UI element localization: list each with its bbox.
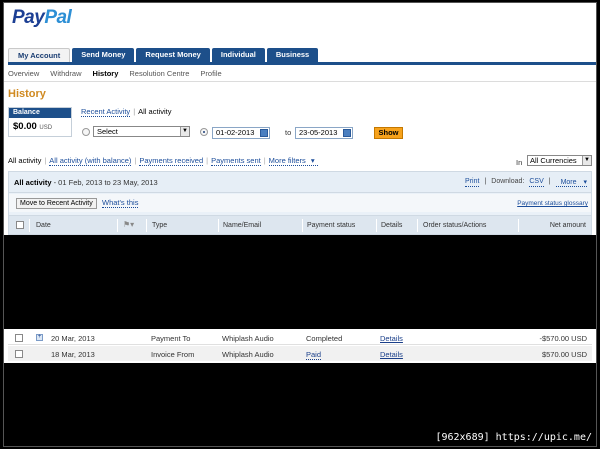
tab-request-money[interactable]: Request Money xyxy=(136,48,210,62)
row-type: Payment To xyxy=(151,334,191,343)
paypal-page-top: PayPal My Account Send Money Request Mon… xyxy=(4,3,596,235)
tab-bar-rule xyxy=(8,62,596,65)
column-order-status[interactable]: Order status/Actions xyxy=(423,222,486,229)
calendar-icon[interactable] xyxy=(343,129,351,137)
flag-icon[interactable]: ⚑▾ xyxy=(123,220,134,229)
column-payment-status[interactable]: Payment status xyxy=(307,222,355,229)
view-mode-switch: Recent Activity | All activity xyxy=(81,107,171,117)
row-date: 20 Mar, 2013 xyxy=(51,334,95,343)
chevron-down-icon: ▾ xyxy=(310,156,315,165)
chevron-down-icon: ▾ xyxy=(583,179,587,186)
balance-amount: $0.00 USD xyxy=(13,121,53,132)
panel-title: All activity - 01 Feb, 2013 to 23 May, 2… xyxy=(14,178,158,187)
column-date[interactable]: Date xyxy=(36,222,51,229)
tab-send-money[interactable]: Send Money xyxy=(72,48,135,62)
column-type[interactable]: Type xyxy=(152,222,167,229)
filter-all-activity-balance[interactable]: All activity (with balance) xyxy=(49,156,132,166)
column-details[interactable]: Details xyxy=(381,222,402,229)
row-type: Invoice From xyxy=(151,350,195,359)
period-select[interactable]: Select ▼ xyxy=(93,126,190,137)
table-row[interactable]: 18 Mar, 2013 Invoice From Whiplash Audio… xyxy=(8,346,592,361)
row-date: 18 Mar, 2013 xyxy=(51,350,95,359)
paypal-page-rows: + 20 Mar, 2013 Payment To Whiplash Audio… xyxy=(4,329,596,363)
subnav-resolution-centre[interactable]: Resolution Centre xyxy=(129,69,189,78)
date-to-label: to xyxy=(285,128,292,137)
row-status: Completed xyxy=(306,334,343,343)
whats-this-link[interactable]: What's this xyxy=(102,198,139,208)
screenshot-frame: PayPal My Account Send Money Request Mon… xyxy=(3,2,597,447)
radio-select-period[interactable] xyxy=(82,128,90,136)
image-host-watermark: [962x689] https://upic.me/ xyxy=(435,432,592,443)
tab-my-account[interactable]: My Account xyxy=(8,48,71,63)
column-net-amount[interactable]: Net amount xyxy=(550,222,586,229)
paypal-logo[interactable]: PayPal xyxy=(12,7,72,29)
status-glossary-link[interactable]: Payment status glossary xyxy=(517,200,588,207)
row-details-link[interactable]: Details xyxy=(380,334,403,343)
filter-more-filters[interactable]: More filters ▾ xyxy=(268,156,318,166)
column-name-email[interactable]: Name/Email xyxy=(223,222,261,229)
show-button[interactable]: Show xyxy=(374,127,403,139)
sub-navigation: Overview Withdraw History Resolution Cen… xyxy=(8,69,233,78)
balance-box: Balance $0.00 USD xyxy=(8,107,72,137)
filter-payments-received[interactable]: Payments received xyxy=(139,156,204,166)
move-to-recent-button[interactable]: Move to Recent Activity xyxy=(16,198,97,209)
print-link[interactable]: Print xyxy=(465,178,480,187)
row-name: Whiplash Audio xyxy=(222,334,274,343)
filter-links: All activity | All activity (with balanc… xyxy=(8,156,321,166)
chevron-down-icon: ▼ xyxy=(180,127,189,136)
subnav-withdraw[interactable]: Withdraw xyxy=(50,69,81,78)
date-to-field[interactable]: 23-05-2013 xyxy=(295,127,353,139)
tab-business[interactable]: Business xyxy=(266,48,319,62)
select-all-checkbox[interactable] xyxy=(16,221,24,229)
expand-icon[interactable]: + xyxy=(36,334,43,341)
recent-activity-link[interactable]: Recent Activity xyxy=(81,107,131,117)
calendar-icon[interactable] xyxy=(260,129,268,137)
mode-separator: | xyxy=(133,107,136,116)
csv-link[interactable]: CSV xyxy=(529,178,544,187)
row-net-amount: $570.00 USD xyxy=(541,350,587,359)
currency-in-label: In xyxy=(516,158,523,167)
panel-header: All activity - 01 Feb, 2013 to 23 May, 2… xyxy=(9,172,591,193)
more-link[interactable]: More ▾ xyxy=(555,178,587,187)
chevron-down-icon: ▼ xyxy=(582,156,591,165)
tab-individual[interactable]: Individual xyxy=(211,48,265,62)
main-tabs: My Account Send Money Request Money Indi… xyxy=(8,48,320,63)
download-label: Download: xyxy=(491,178,525,185)
filter-all-activity[interactable]: All activity xyxy=(8,156,41,166)
row-net-amount: -$570.00 USD xyxy=(539,334,587,343)
activity-panel: All activity - 01 Feb, 2013 to 23 May, 2… xyxy=(8,171,592,235)
subnav-divider xyxy=(4,81,596,82)
row-checkbox[interactable] xyxy=(15,350,23,358)
panel-toolbar: Move to Recent Activity What's this Paym… xyxy=(9,194,591,212)
all-activity-label: All activity xyxy=(138,107,172,116)
subnav-history[interactable]: History xyxy=(93,69,119,78)
row-details-link[interactable]: Details xyxy=(380,350,403,359)
table-row[interactable]: + 20 Mar, 2013 Payment To Whiplash Audio… xyxy=(8,330,592,345)
row-checkbox[interactable] xyxy=(15,334,23,342)
row-status-link[interactable]: Paid xyxy=(306,350,322,360)
panel-actions: Print | Download: CSV | More ▾ xyxy=(465,178,587,187)
subnav-profile[interactable]: Profile xyxy=(200,69,221,78)
balance-label: Balance xyxy=(9,108,71,118)
radio-date-range[interactable] xyxy=(200,128,208,136)
subnav-overview[interactable]: Overview xyxy=(8,69,39,78)
table-header: Date ⚑▾ Type Name/Email Payment status D… xyxy=(9,215,591,234)
date-from-field[interactable]: 01-02-2013 xyxy=(212,127,270,139)
page-title: History xyxy=(8,88,46,100)
filter-payments-sent[interactable]: Payments sent xyxy=(211,156,261,166)
currency-select[interactable]: All Currencies ▼ xyxy=(527,155,592,166)
row-name: Whiplash Audio xyxy=(222,350,274,359)
